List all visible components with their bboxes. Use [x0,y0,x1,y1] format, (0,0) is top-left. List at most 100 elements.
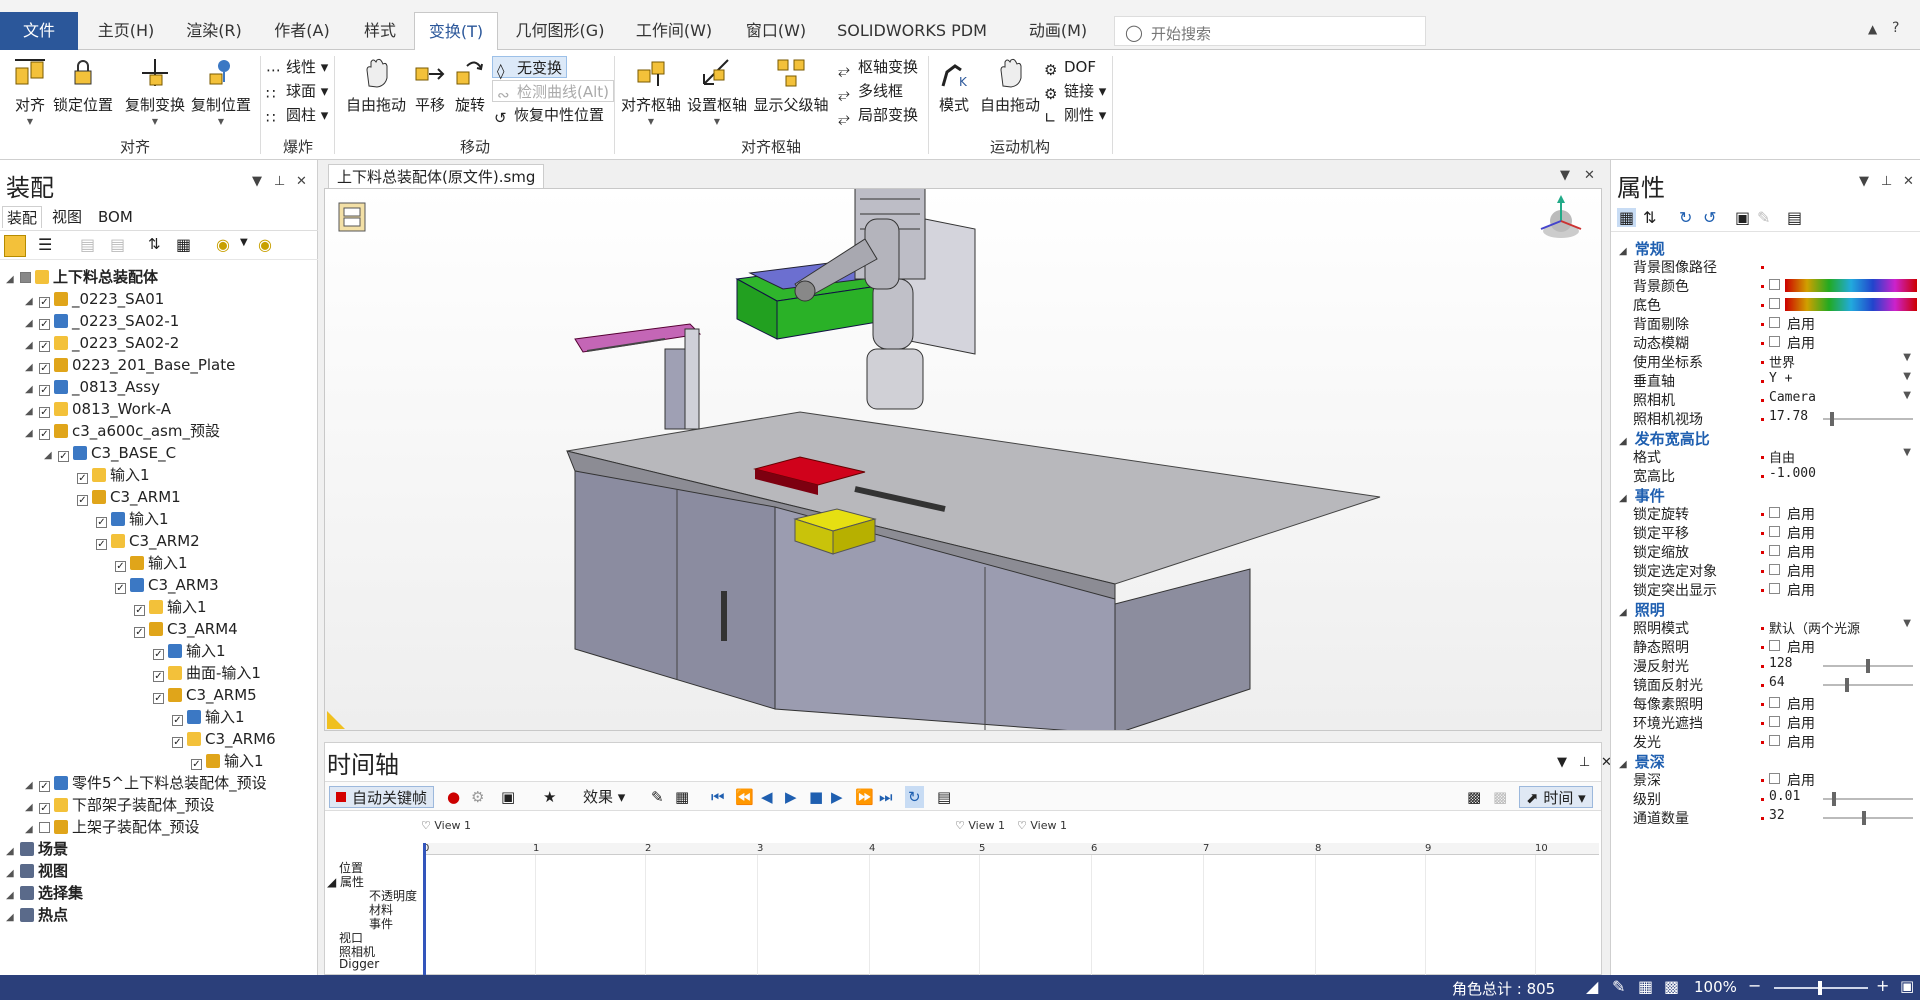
property-slider[interactable] [1823,792,1913,806]
property-checkbox[interactable] [1769,545,1780,556]
zoom-out-icon[interactable]: − [1748,976,1761,995]
mechanism-free-drag-button[interactable]: 自由拖动 [978,56,1042,115]
align-pivot-button[interactable]: 对齐枢轴 ▼ [620,56,682,126]
rigid-button[interactable]: ∟ 刚性 ▾ [1044,104,1106,127]
select-part-icon[interactable] [4,235,26,257]
tree-item[interactable]: ◢ ✓ _0813_Assy [25,376,160,398]
loop-icon[interactable]: ↻ [905,786,924,808]
property-category[interactable]: ◢ 常规 [1619,238,1665,259]
property-value[interactable]: 128 [1769,656,1792,671]
property-row[interactable]: 镜面反射光 64 [1611,675,1920,694]
color-swatch[interactable] [1769,279,1780,290]
tab-workshop[interactable]: 工作间(W) [622,12,726,50]
tree-item[interactable]: ✓ 输入1 [177,750,264,772]
table-icon[interactable]: ▦ [176,235,191,254]
property-checkbox[interactable] [1769,716,1780,727]
sync-icon[interactable]: ↺ [1703,208,1716,227]
expand-toggle-icon[interactable]: ◢ [25,423,35,445]
tab-view[interactable]: 视图 [48,206,86,228]
tree-item[interactable]: ◢ ✓ c3_a600c_asm_预設 [25,420,220,442]
effects-button[interactable]: 效果 ▾ [583,786,625,808]
tree-item[interactable]: ✓ C3_ARM4 [120,618,238,640]
filter-icon[interactable]: ☰ [38,235,52,254]
zoom-slider-thumb[interactable] [1818,981,1822,995]
visibility-checkbox[interactable]: ✓ [39,297,50,308]
pin-icon[interactable]: ⊥ [274,174,285,189]
property-row[interactable]: 背景图像路径 [1611,257,1920,276]
property-value[interactable]: Y + [1769,371,1792,386]
property-row[interactable]: 宽高比 -1.000 [1611,466,1920,485]
lock-position-button[interactable]: 锁定位置 [50,56,116,115]
visibility-checkbox[interactable]: ✓ [39,341,50,352]
close-icon[interactable]: ✕ [296,174,307,189]
visibility-checkbox[interactable]: ✓ [58,451,69,462]
visibility-checkbox[interactable]: ✓ [39,407,50,418]
auto-keyframe-button[interactable]: 自动关键帧 [329,786,435,808]
tree-item[interactable]: ◢ ✓ 0813_Work-A [25,398,171,420]
copy-position-button[interactable]: 复制位置 ▼ [190,56,252,126]
tree-item[interactable]: ✓ C3_ARM6 [158,728,276,750]
tab-home[interactable]: 主页(H) [86,12,166,50]
property-row[interactable]: 每像素照明 启用 [1611,694,1920,713]
close-icon[interactable]: ✕ [1903,174,1914,189]
collapse-arrow-icon[interactable]: ◢ [1619,759,1627,770]
local-transform-button[interactable]: ⥂ 局部变换 [838,104,918,127]
pivot-transform-button[interactable]: ⥂ 枢轴变换 [838,56,918,79]
tree-item[interactable]: ✓ 曲面-输入1 [139,662,261,684]
visibility-icon[interactable]: ◉ [216,235,230,254]
zoom-in-icon[interactable]: + [1876,976,1889,995]
tree-item[interactable]: ✓ 输入1 [82,508,169,530]
slider-thumb[interactable] [1866,659,1870,673]
export-icon[interactable]: ▤ [1787,208,1802,227]
dropdown-arrow-icon[interactable]: ▼ [1903,371,1911,382]
pin-icon[interactable]: ⊥ [1881,174,1892,189]
property-value[interactable]: 32 [1769,808,1785,823]
reset-icon[interactable]: ▣ [1735,208,1750,227]
property-checkbox[interactable] [1769,735,1780,746]
view-marker[interactable]: ♡ View 1 [1017,819,1067,832]
camera-key-icon[interactable]: ▣ [501,786,515,808]
property-row[interactable]: 垂直轴 Y + ▼ [1611,371,1920,390]
property-row[interactable]: 背面剔除 启用 [1611,314,1920,333]
playhead[interactable] [423,843,426,975]
export-video-icon[interactable]: ▤ [937,786,951,808]
spherical-explode-button[interactable]: ∷ 球面 ▾ [266,80,328,103]
property-category[interactable]: ◢ 发布宽高比 [1619,428,1710,449]
timeline-pin-icon[interactable]: ⊥ [1579,755,1590,770]
track-property[interactable]: ◢ 属性 [327,873,364,890]
tab-author[interactable]: 作者(A) [262,12,342,50]
fullscreen-icon[interactable]: ▣ [1900,977,1914,995]
property-value[interactable]: 默认（两个光源 [1769,618,1860,637]
property-value[interactable]: 自由 [1769,447,1795,466]
time-mode-button[interactable]: ⬈ 时间 ▾ [1519,786,1593,808]
zoom-fit-icon[interactable]: ▩ [1467,786,1481,808]
property-slider[interactable] [1823,811,1913,825]
property-slider[interactable] [1823,659,1913,673]
tree-item[interactable]: ✓ 输入1 [158,706,245,728]
go-start-icon[interactable]: ⏮ [711,786,725,808]
property-value[interactable]: Camera [1769,390,1816,405]
visibility-checkbox[interactable]: ✓ [39,781,50,792]
rotate-button[interactable]: 旋转 [452,56,488,115]
free-drag-button[interactable]: 自由拖动 [342,56,410,115]
tree-item[interactable]: ◢ ✓ 下部架子装配体_预设 [25,794,215,816]
no-transform-button[interactable]: ◊ 无变换 [492,56,568,80]
grid-icon[interactable]: ▦ [1638,977,1653,996]
tree-item[interactable]: ◢ ✓ C3_BASE_C [44,442,176,464]
fit-icon[interactable]: ✎ [651,786,664,808]
slider-thumb[interactable] [1845,678,1849,692]
translate-button[interactable]: 平移 [412,56,448,115]
expand-icon[interactable]: ▤ [110,235,125,254]
dropdown-arrow-icon[interactable]: ▼ [1903,447,1911,458]
filmstrip-icon[interactable] [338,202,366,232]
tree-item[interactable]: ◢ 视图 [6,860,68,882]
key-filter-icon[interactable]: ⚙ [471,786,484,808]
panel-menu-icon[interactable]: ▼ [1859,174,1869,189]
tree-item[interactable]: ✓ C3_ARM5 [139,684,257,706]
property-row[interactable]: 级别 0.01 [1611,789,1920,808]
detect-curve-button[interactable]: ∾ 检测曲线(Alt) [492,80,615,104]
property-slider[interactable] [1823,678,1913,692]
visibility-checkbox[interactable]: ✓ [39,385,50,396]
property-row[interactable]: 锁定突出显示 启用 [1611,580,1920,599]
zoom-slider[interactable] [1774,981,1868,995]
